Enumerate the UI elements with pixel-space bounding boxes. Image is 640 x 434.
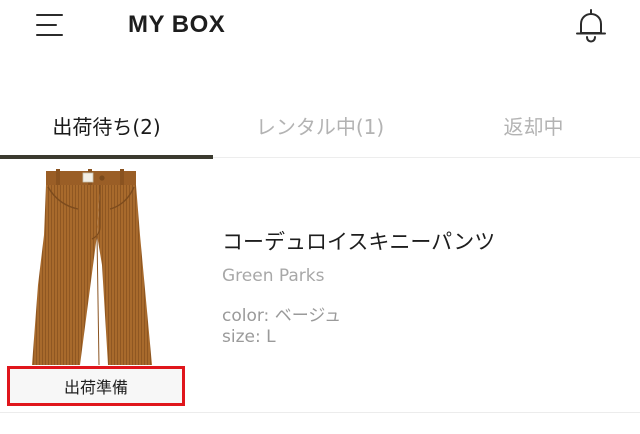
app-header: MY BOX [0, 0, 640, 56]
item-divider [0, 412, 640, 413]
product-color: color: ベージュ [222, 306, 342, 326]
bell-icon-graphic [576, 9, 606, 43]
status-tabs: 出荷待ち(2) レンタル中(1) 返却中 [0, 92, 640, 160]
bell-icon[interactable] [574, 8, 608, 44]
menu-line [36, 34, 63, 36]
product-name: コーデュロイスキニーパンツ [222, 230, 496, 254]
product-brand: Green Parks [222, 266, 325, 286]
active-tab-indicator [0, 155, 213, 159]
menu-line [36, 14, 63, 16]
tab-awaiting-shipment[interactable]: 出荷待ち(2) [0, 92, 213, 158]
tab-returning[interactable]: 返却中 [427, 92, 640, 158]
menu-line [36, 24, 57, 26]
hamburger-menu-icon[interactable] [30, 10, 70, 42]
page-title: MY BOX [128, 11, 226, 38]
status-badge: 出荷準備 [7, 366, 185, 406]
product-size: size: L [222, 327, 276, 347]
tab-renting[interactable]: レンタル中(1) [213, 92, 427, 158]
list-item[interactable]: 出荷準備 コーデュロイスキニーパンツ Green Parks color: ベー… [0, 165, 640, 411]
my-box-screen: MY BOX 出荷待ち(2) レンタル中(1) 返却中 出荷準備 コーデュロイス… [0, 0, 640, 434]
tabs-divider [213, 157, 640, 158]
